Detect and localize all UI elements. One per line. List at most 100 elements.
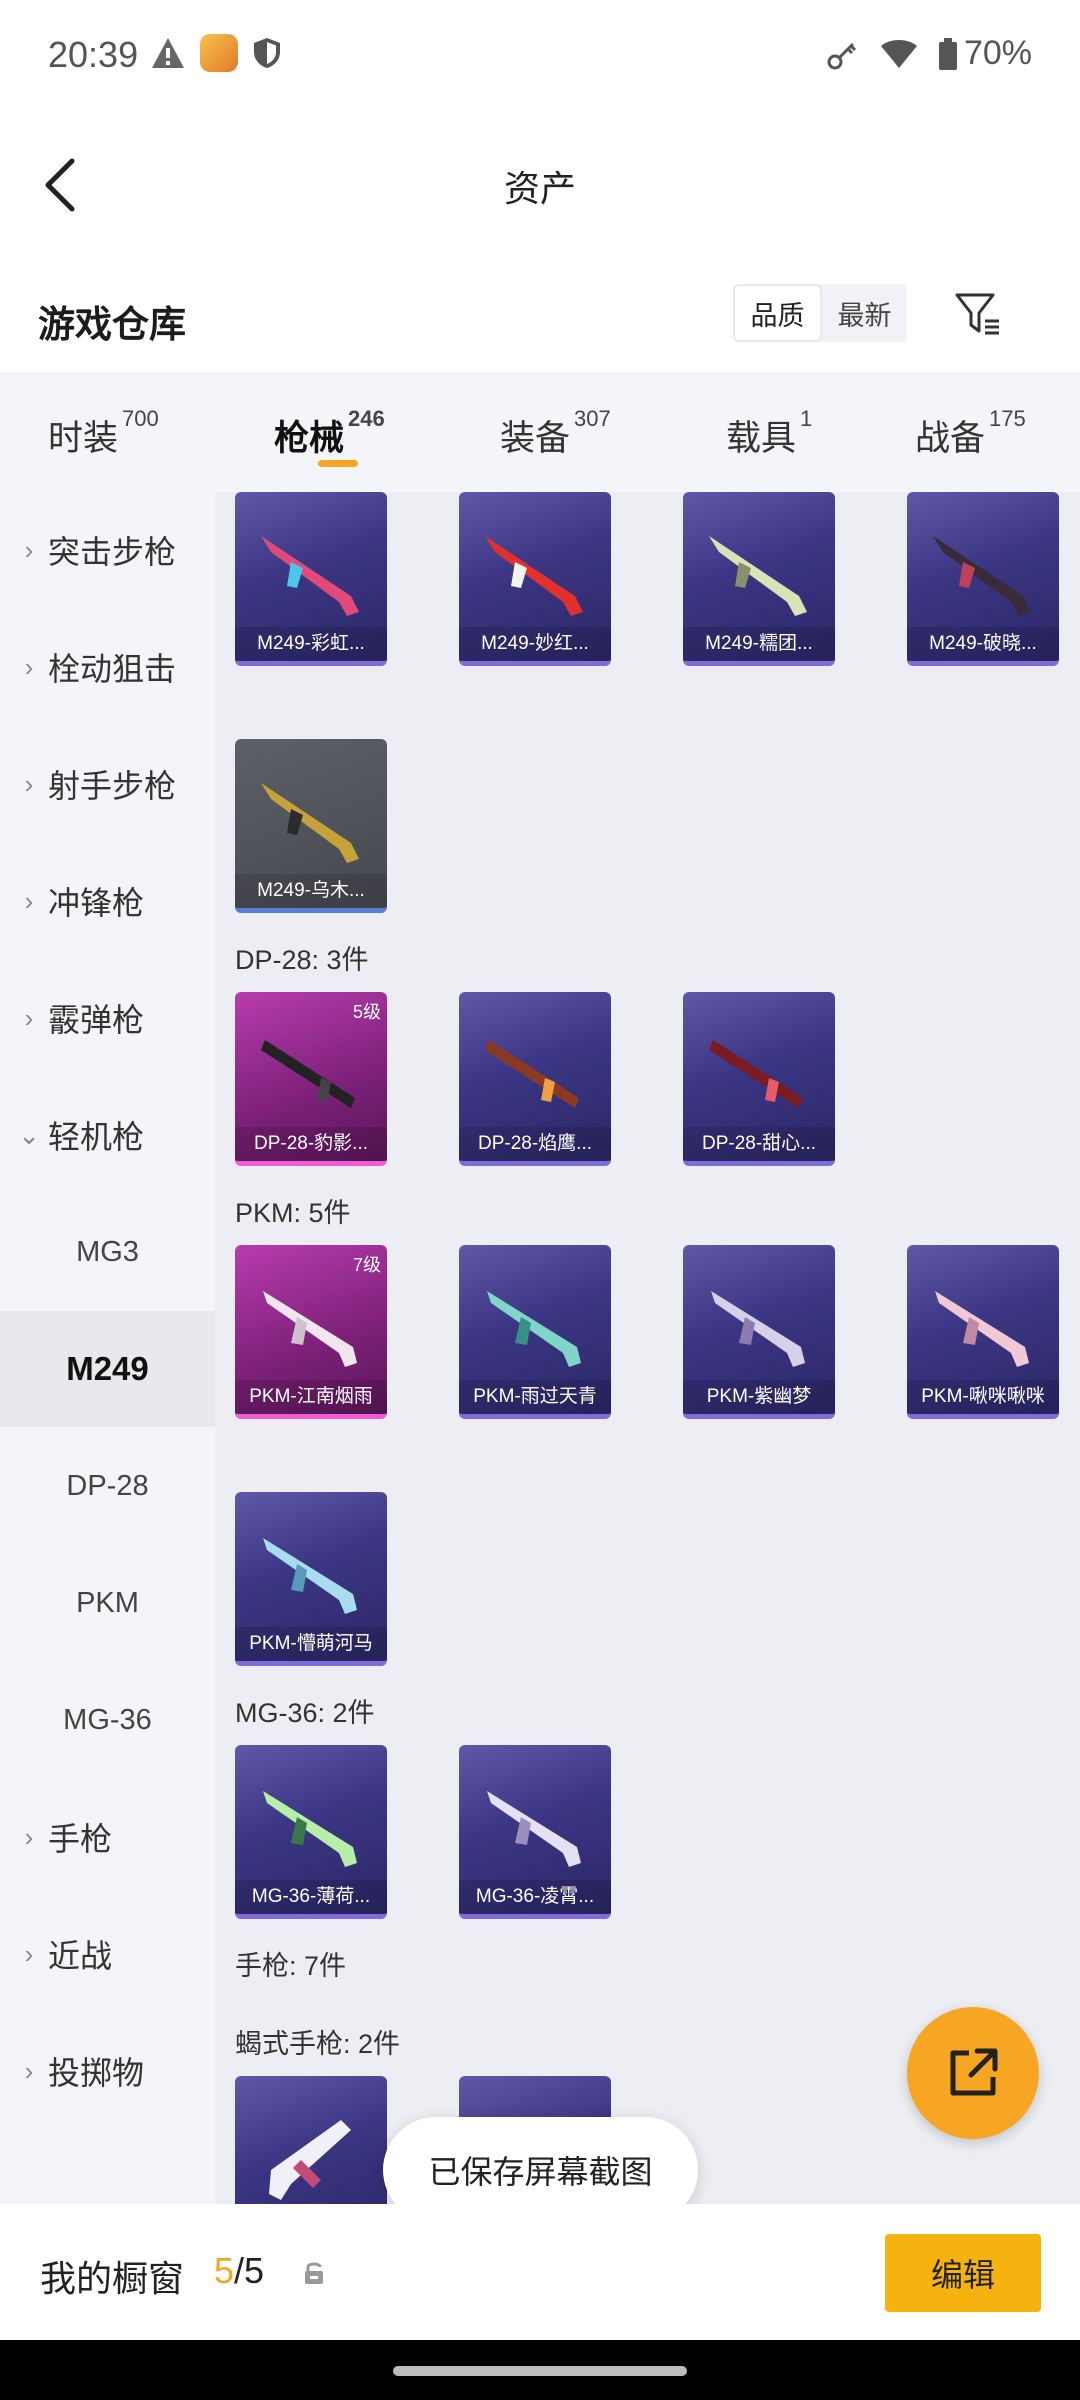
sidebar-sub-dp28[interactable]: DP-28 [0,1428,215,1544]
item-card[interactable]: M249-糯团... [683,492,835,666]
item-name: MG-36-凌霄... [459,1880,611,1914]
section-header-pistol: 手枪: 7件 [235,1951,347,1981]
item-card[interactable]: DP-28-甜心... [683,992,835,1166]
sidebar-item-bolt-sniper[interactable]: › 栓动狙击 [0,609,215,725]
app-badge-icon [200,34,238,72]
share-button[interactable] [907,2007,1039,2139]
sidebar: › 突击步枪 › 栓动狙击 › 射手步枪 › 冲锋枪 › 霰弹枪 ⌄ 轻机枪 MG3 M24… [0,492,215,2204]
sidebar-item-assault-rifle[interactable]: › 突击步枪 [0,492,215,608]
item-card[interactable]: M249-彩虹... [235,492,387,666]
wifi-icon [880,39,917,68]
item-card[interactable]: M249-乌木... [235,739,387,913]
sort-quality-button[interactable]: 品质 [733,284,822,342]
item-grid: M249-彩虹... M249-妙红... M249-糯团... M249-破晓… [215,492,1080,2204]
weapon-icon [485,1040,579,1108]
item-card[interactable]: 5级 DP-28-豹影... [235,992,387,1166]
tab-firearms[interactable]: 枪械246 [274,406,385,461]
item-card[interactable] [235,2076,387,2204]
sort-toggle: 品质 最新 [733,284,907,342]
sidebar-item-lmg[interactable]: ⌄ 轻机枪 [0,1077,215,1193]
status-icons-left [150,34,282,72]
weapon-icon [261,1040,355,1108]
alert-icon [152,38,184,68]
sort-newest-button[interactable]: 最新 [822,284,907,342]
lock-icon [305,2262,323,2284]
item-card[interactable]: DP-28-焰鹰... [459,992,611,1166]
item-card[interactable]: MG-36-凌霄... [459,1745,611,1919]
item-card[interactable]: 7级 PKM-江南烟雨 [235,1245,387,1419]
item-name: DP-28-焰鹰... [459,1127,611,1161]
battery-icon [938,37,957,70]
sidebar-item-smg[interactable]: › 冲锋枪 [0,843,215,959]
chevron-right-icon: › [24,768,34,799]
item-card[interactable]: PKM-雨过天青 [459,1245,611,1419]
weapon-icon [487,1291,581,1367]
showcase-count: 5/5 [214,2250,265,2291]
item-name: PKM-懵萌河马 [235,1627,387,1661]
item-name: M249-妙红... [459,627,611,661]
weapon-icon [709,1040,803,1108]
item-name: M249-糯团... [683,627,835,661]
category-tabs: 时装700 枪械246 装备307 载具1 战备175 [0,372,1080,492]
sidebar-item-shotgun[interactable]: › 霰弹枪 [0,960,215,1076]
status-right: 70% [826,34,1032,73]
sidebar-sub-mg36[interactable]: MG-36 [0,1662,215,1778]
filter-icon [955,293,999,335]
item-card[interactable]: PKM-紫幽梦 [683,1245,835,1419]
tab-equipment[interactable]: 装备307 [500,406,611,461]
item-name: DP-28-豹影... [235,1127,387,1161]
warehouse-bar: 游戏仓库 品质 最新 [0,260,1080,372]
item-name: M249-乌木... [235,874,387,908]
system-nav-bar [0,2340,1080,2400]
edit-button[interactable]: 编辑 [885,2234,1041,2312]
section-header-dp28: DP-28: 3件 [235,945,369,975]
page-title: 资产 [503,168,576,209]
weapon-icon [709,536,807,616]
chevron-right-icon: › [24,2055,34,2086]
item-card[interactable]: PKM-啾咪啾咪 [907,1245,1059,1419]
weapon-icon [269,2120,351,2200]
item-name: DP-28-甜心... [683,1127,835,1161]
weapon-icon [263,1791,357,1867]
sidebar-sub-m249[interactable]: M249 [0,1311,215,1427]
sidebar-item-pistol[interactable]: › 手枪 [0,1779,215,1895]
item-card[interactable]: PKM-懵萌河马 [235,1492,387,1666]
weapon-icon [485,536,583,616]
section-header-scorpion: 蝎式手枪: 2件 [235,2029,401,2059]
weapon-icon [261,783,359,863]
chevron-right-icon: › [24,651,34,682]
section-header-pkm: PKM: 5件 [235,1198,351,1228]
weapon-icon [263,1291,357,1367]
sidebar-sub-pkm[interactable]: PKM [0,1545,215,1661]
sidebar-sub-mg3[interactable]: MG3 [0,1194,215,1310]
shield-icon [254,38,280,68]
home-gesture-handle[interactable] [393,2366,687,2376]
item-card[interactable]: M249-妙红... [459,492,611,666]
key-icon [827,42,856,69]
item-card[interactable]: MG-36-薄荷... [235,1745,387,1919]
tab-supplies[interactable]: 战备175 [915,406,1026,461]
header: 资产 [0,110,1080,260]
warehouse-title: 游戏仓库 [38,304,186,345]
chevron-right-icon: › [24,885,34,916]
weapon-icon [487,1791,581,1867]
item-name: PKM-江南烟雨 [235,1380,387,1414]
item-name: M249-破晓... [907,627,1059,661]
weapon-icon [933,536,1031,616]
tab-fashion[interactable]: 时装700 [48,406,159,461]
share-icon [950,2048,998,2096]
tab-vehicles[interactable]: 载具1 [726,406,812,461]
filter-button[interactable] [946,282,1010,346]
status-time: 20:39 [48,34,139,75]
status-bar: 20:39 70% [0,0,1080,110]
item-name: MG-36-薄荷... [235,1880,387,1914]
weapon-icon [263,1538,357,1614]
sidebar-item-throwable[interactable]: › 投掷物 [0,2013,215,2129]
sidebar-item-melee[interactable]: › 近战 [0,1896,215,2012]
item-name: M249-彩虹... [235,627,387,661]
showcase-label: 我的橱窗 [40,2258,185,2299]
item-card[interactable]: M249-破晓... [907,492,1059,666]
section-header-mg36: MG-36: 2件 [235,1698,375,1728]
weapon-icon [711,1291,805,1367]
sidebar-item-marksman-rifle[interactable]: › 射手步枪 [0,726,215,842]
